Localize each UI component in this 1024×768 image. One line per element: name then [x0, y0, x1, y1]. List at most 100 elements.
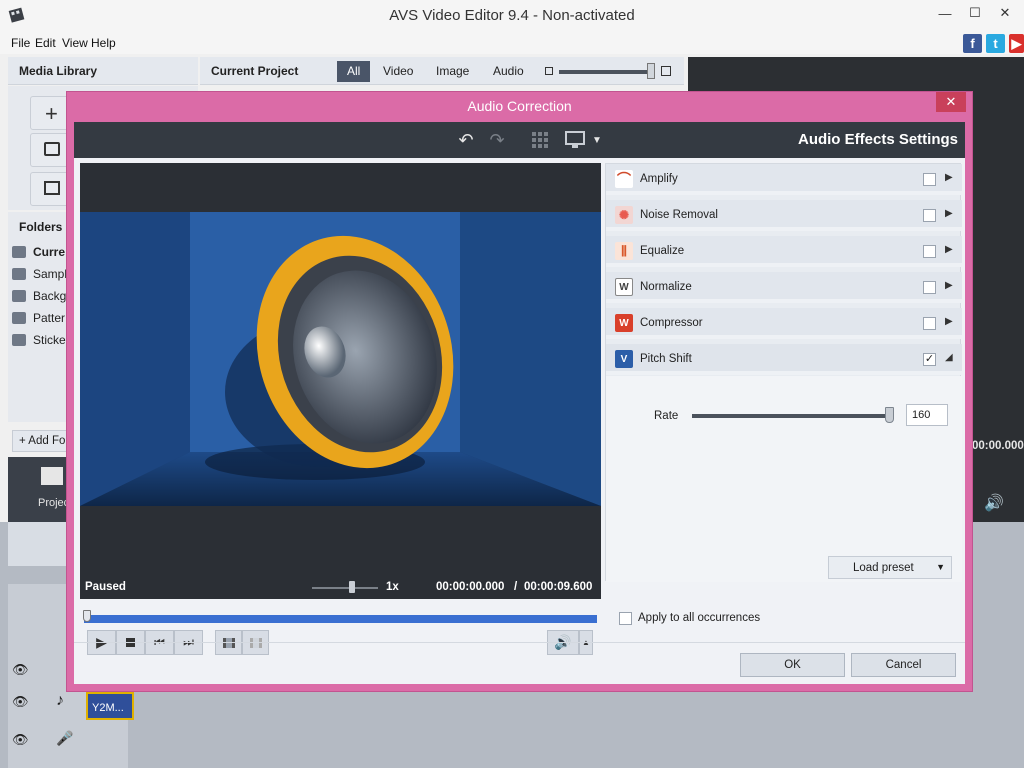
undo-icon[interactable]: ↶	[455, 130, 477, 150]
menu-edit[interactable]: Edit	[35, 36, 56, 50]
tab-video[interactable]: Video	[373, 61, 423, 82]
current-project-title: Current Project	[211, 64, 299, 78]
expand-arrow-icon[interactable]: ▶	[945, 172, 953, 183]
close-window-button[interactable]: ✕	[990, 2, 1020, 24]
speaker-artwork	[80, 212, 601, 506]
effect-pitch-shift[interactable]: V Pitch Shift ✓ ◢	[606, 344, 962, 375]
audio-effects-list: ⌒ Amplify ▶ ✺ Noise Removal ▶ ⫼ Equalize…	[605, 163, 962, 582]
rate-value-input[interactable]: 160	[906, 404, 948, 426]
apply-all-label: Apply to all occurrences	[638, 612, 761, 624]
facebook-icon[interactable]: f	[963, 34, 982, 53]
cancel-button[interactable]: Cancel	[851, 653, 956, 677]
main-volume-icon[interactable]: 🔊	[984, 493, 1004, 513]
folder-icon	[12, 312, 26, 324]
dialog-title: Audio Correction	[467, 98, 572, 114]
speed-slider[interactable]	[312, 587, 378, 589]
expand-arrow-icon[interactable]: ▶	[945, 316, 953, 327]
capture-video-button[interactable]	[30, 133, 70, 167]
app-title: AVS Video Editor 9.4 - Non-activated	[389, 7, 635, 24]
rate-slider[interactable]	[692, 414, 892, 418]
effect-checkbox[interactable]	[923, 209, 936, 222]
eye-icon[interactable]: 👁	[12, 732, 29, 748]
ok-button[interactable]: OK	[740, 653, 845, 677]
rate-slider-thumb[interactable]	[885, 407, 894, 423]
menu-file[interactable]: File	[11, 36, 30, 50]
expand-arrow-icon[interactable]: ▶	[945, 280, 953, 291]
effect-noise-removal[interactable]: ✺ Noise Removal ▶	[606, 200, 962, 231]
tab-image[interactable]: Image	[426, 61, 479, 82]
effect-checkbox[interactable]	[923, 173, 936, 186]
folders-title: Folders	[19, 220, 63, 234]
media-library-title: Media Library	[19, 64, 98, 78]
folder-icon	[12, 268, 26, 280]
effect-normalize[interactable]: W Normalize ▶	[606, 272, 962, 303]
total-time: 00:00:09.600	[524, 581, 593, 593]
eye-icon[interactable]: 👁	[12, 694, 29, 710]
twitter-icon[interactable]: t	[986, 34, 1005, 53]
add-folder-button[interactable]: + Add Fo	[12, 430, 72, 452]
apply-all-checkbox[interactable]	[619, 612, 632, 625]
chevron-down-icon: ▼	[936, 562, 945, 572]
preview-frame	[80, 212, 601, 506]
playback-speed: 1x	[386, 581, 399, 593]
eye-icon[interactable]: 👁	[12, 662, 29, 678]
noise-removal-icon: ✺	[615, 206, 633, 224]
compressor-icon: W	[615, 314, 633, 332]
youtube-icon[interactable]: ▶	[1009, 34, 1024, 53]
playback-status-bar: Paused 1x 00:00:00.000 / 00:00:09.600	[80, 577, 601, 599]
pitch-shift-icon: V	[615, 350, 633, 368]
display-mode-icon[interactable]	[564, 130, 586, 150]
redo-icon[interactable]: ↷	[486, 130, 508, 150]
speed-slider-thumb[interactable]	[349, 581, 355, 593]
effect-checkbox[interactable]	[923, 245, 936, 258]
folder-stickers[interactable]: Sticker	[12, 330, 70, 350]
grid-svg	[532, 132, 548, 148]
effect-checkbox[interactable]	[923, 317, 936, 330]
dialog-close-button[interactable]: ✕	[936, 92, 966, 112]
effect-compressor[interactable]: W Compressor ▶	[606, 308, 962, 339]
grid-icon[interactable]	[529, 130, 551, 150]
seek-bar[interactable]	[84, 615, 597, 623]
clapper-icon	[41, 467, 63, 485]
effect-amplify[interactable]: ⌒ Amplify ▶	[606, 164, 962, 195]
folder-sample[interactable]: Sample	[12, 264, 74, 284]
projects-button[interactable]: Projec	[8, 457, 69, 522]
zoom-slider-thumb[interactable]	[647, 63, 655, 79]
folder-icon	[12, 290, 26, 302]
plus-icon: +	[19, 435, 29, 447]
current-time: 00:00:00.000	[436, 581, 505, 593]
add-media-button[interactable]: +	[30, 96, 70, 130]
effect-equalize[interactable]: ⫼ Equalize ▶	[606, 236, 962, 267]
maximize-button[interactable]: ☐	[960, 2, 990, 24]
equalize-icon: ⫼	[615, 242, 633, 260]
zoom-slider[interactable]	[559, 70, 654, 74]
dialog-toolbar: ↶ ↷ ▼ Audio Effects Settings	[74, 122, 965, 158]
small-thumb-icon	[545, 67, 553, 75]
expand-arrow-icon[interactable]: ▶	[945, 244, 953, 255]
load-preset-button[interactable]: Load preset ▼	[828, 556, 952, 579]
playback-status: Paused	[85, 581, 126, 593]
effect-checkbox-checked[interactable]: ✓	[923, 353, 936, 366]
menu-help[interactable]: Help	[91, 36, 116, 50]
folder-backgrounds[interactable]: Backgr	[12, 286, 70, 306]
audio-effects-heading: Audio Effects Settings	[797, 131, 958, 148]
menu-view[interactable]: View	[62, 36, 88, 50]
expand-arrow-icon[interactable]: ▶	[945, 208, 953, 219]
tab-all[interactable]: All	[337, 61, 371, 82]
seek-thumb[interactable]	[83, 610, 91, 622]
folder-current[interactable]: Curre	[12, 242, 65, 262]
effect-checkbox[interactable]	[923, 281, 936, 294]
pitch-shift-settings: Rate 160 Load preset ▼	[606, 376, 962, 582]
folder-patterns[interactable]: Patter	[12, 308, 65, 328]
timeline-clip[interactable]: Y2M...	[86, 692, 134, 720]
music-note-icon: ♪	[56, 692, 64, 709]
normalize-icon: W	[615, 278, 633, 296]
dialog-body: ↶ ↷ ▼ Audio Effects Settings Paused 1x 0…	[74, 122, 965, 684]
chevron-down-icon[interactable]: ▼	[586, 130, 608, 150]
collapse-arrow-icon[interactable]: ◢	[945, 352, 953, 363]
monitor-svg	[565, 131, 585, 148]
amplify-icon: ⌒	[615, 170, 633, 188]
minimize-button[interactable]: —	[930, 2, 960, 24]
tab-audio[interactable]: Audio	[483, 61, 534, 82]
screen-capture-button[interactable]	[30, 172, 70, 206]
